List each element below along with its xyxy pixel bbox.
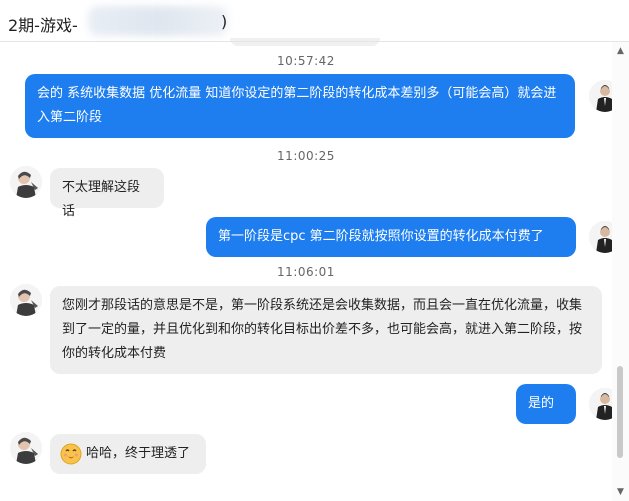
scroll-up-arrow-icon[interactable]: ▲ [612,44,629,58]
smile-emoji-icon [60,443,82,464]
timestamp: 11:00:25 [277,149,335,163]
scrollbar[interactable]: ▲ ▼ [612,42,629,501]
chat-title: 2期-游戏- [8,16,78,35]
scrollbar-thumb[interactable] [617,366,623,458]
message-incoming[interactable]: 哈哈，终于理透了 [50,434,206,474]
contact-avatar-icon [10,284,42,316]
redacted-name-blur [88,6,228,36]
message-text: 哈哈，终于理透了 [86,446,191,461]
chat-header: 2期-游戏- ) [0,0,629,40]
message-text: 会的 系统收集数据 优化流量 知道你设定的第二阶段的转化成本差别多（可能会高）就… [37,86,557,125]
message-text: 是的~ [528,396,555,435]
message-incoming[interactable]: 您刚才那段话的意思是不是，第一阶段系统还是会收集数据，而且会一直在优化流量，收集… [50,286,602,374]
contact-avatar-icon [10,166,42,198]
message-incoming[interactable]: 不太理解这段话 [50,168,164,219]
message-outgoing[interactable]: 第一阶段是cpc 第二阶段就按照你设置的转化成本付费了 [206,217,576,257]
contact-avatar-icon [10,432,42,464]
message-text: 您刚才那段话的意思是不是，第一阶段系统还是会收集数据，而且会一直在优化流量，收集… [62,298,583,361]
message-list[interactable]: 10:57:42 会的 系统收集数据 优化流量 知道你设定的第二阶段的转化成本差… [0,42,621,501]
avatar-contact[interactable] [10,284,42,316]
message-text: 不太理解这段话 [62,180,141,219]
avatar-contact[interactable] [10,166,42,198]
timestamp: 10:57:42 [277,54,335,68]
timestamp: 11:06:01 [277,265,335,279]
message-outgoing[interactable]: 是的~ [516,384,576,435]
chat-title-tail: ) [221,12,228,31]
message-text: 第一阶段是cpc 第二阶段就按照你设置的转化成本付费了 [218,229,544,244]
avatar-contact[interactable] [10,432,42,464]
scroll-down-arrow-icon[interactable]: ▼ [612,485,629,499]
message-outgoing[interactable]: 会的 系统收集数据 优化流量 知道你设定的第二阶段的转化成本差别多（可能会高）就… [25,74,575,138]
